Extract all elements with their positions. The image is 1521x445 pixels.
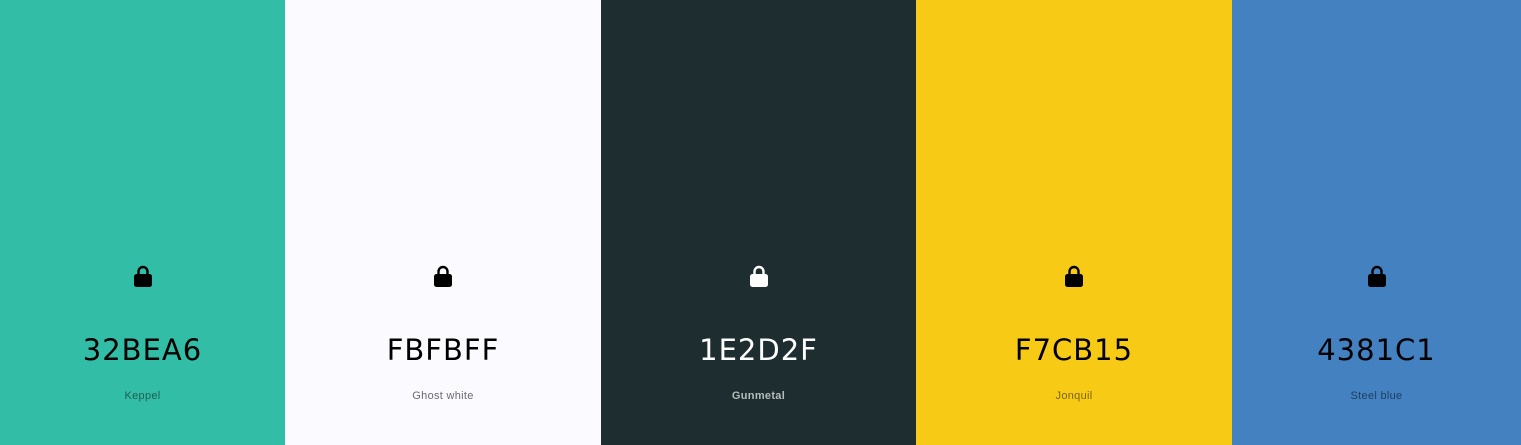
hex-code[interactable]: FBFBFF xyxy=(285,331,601,369)
swatch-jonquil[interactable]: F7CB15 Jonquil xyxy=(916,0,1232,445)
lock-icon[interactable] xyxy=(433,264,453,288)
swatch-gunmetal[interactable]: 1E2D2F Gunmetal xyxy=(601,0,916,445)
color-name: Gunmetal xyxy=(731,390,786,402)
swatch-ghost-white[interactable]: FBFBFF Ghost white xyxy=(285,0,601,445)
color-name: Keppel xyxy=(124,390,161,402)
color-name: Jonquil xyxy=(1055,390,1093,402)
hex-code[interactable]: 4381C1 xyxy=(1232,331,1521,369)
color-palette: 32BEA6 Keppel FBFBFF Ghost white 1E2D2F … xyxy=(0,0,1521,445)
hex-code[interactable]: F7CB15 xyxy=(916,331,1232,369)
hex-code[interactable]: 1E2D2F xyxy=(601,331,916,369)
color-name: Steel blue xyxy=(1350,390,1403,402)
lock-icon[interactable] xyxy=(1064,264,1084,288)
lock-icon[interactable] xyxy=(749,264,769,288)
swatch-keppel[interactable]: 32BEA6 Keppel xyxy=(0,0,285,445)
lock-icon[interactable] xyxy=(1367,264,1387,288)
hex-code[interactable]: 32BEA6 xyxy=(0,331,285,369)
lock-icon[interactable] xyxy=(133,264,153,288)
color-name: Ghost white xyxy=(412,390,474,402)
swatch-steel-blue[interactable]: 4381C1 Steel blue xyxy=(1232,0,1521,445)
